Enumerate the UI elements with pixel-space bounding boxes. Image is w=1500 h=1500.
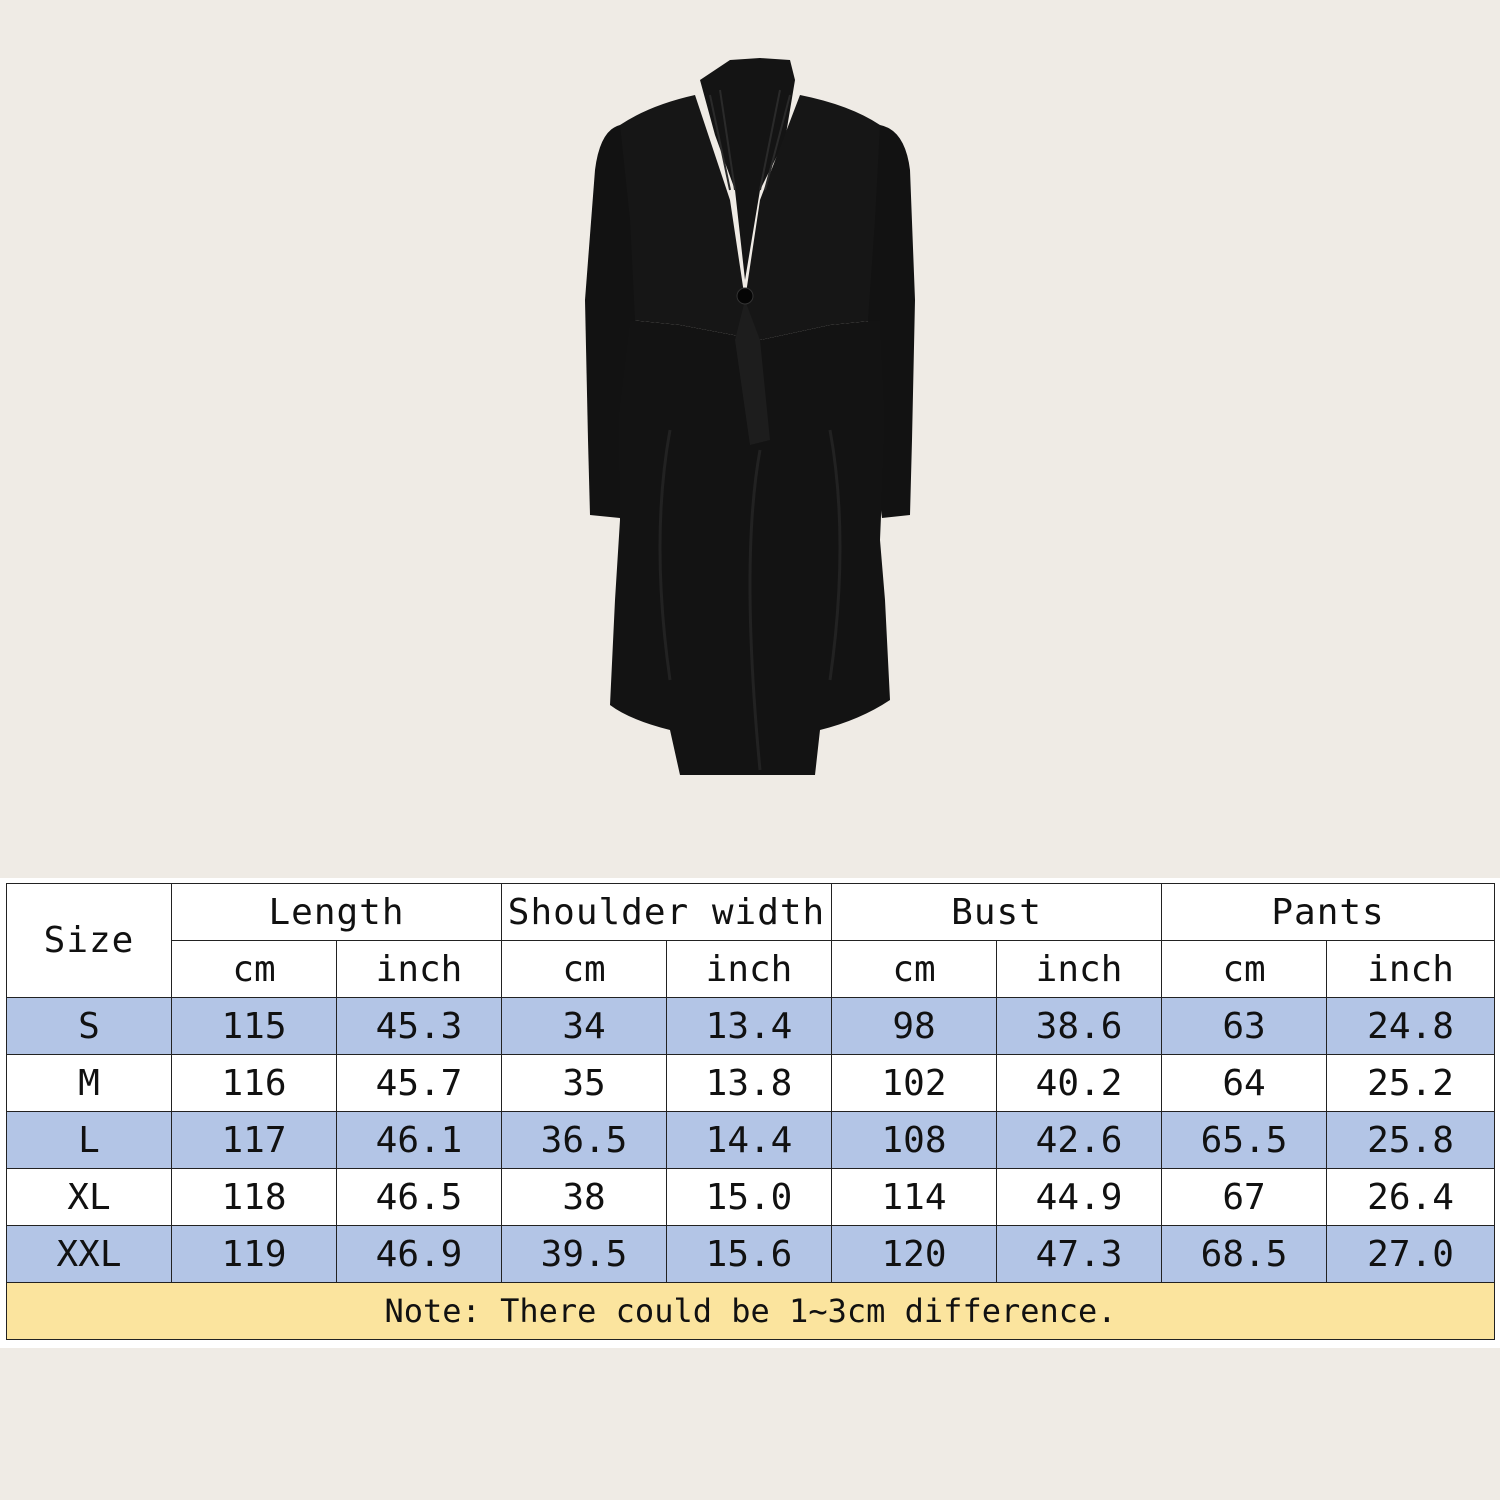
value-cell: 118 (171, 1168, 337, 1226)
value-cell: 63 (1161, 997, 1328, 1055)
value-cell: 38 (501, 1168, 668, 1226)
value-cell: 25.8 (1326, 1111, 1496, 1169)
value-cell: 108 (831, 1111, 998, 1169)
value-cell: 26.4 (1326, 1168, 1496, 1226)
unit-header: inch (1326, 940, 1496, 998)
unit-header: inch (335, 940, 503, 998)
value-cell: 39.5 (501, 1225, 668, 1283)
value-cell: 38.6 (996, 997, 1163, 1055)
value-cell: 64 (1161, 1054, 1328, 1112)
unit-header: cm (831, 940, 998, 998)
value-cell: 102 (831, 1054, 998, 1112)
size-note: Note: There could be 1~3cm difference. (5, 1282, 1496, 1340)
unit-header: cm (501, 940, 668, 998)
table-row: XXL 119 46.9 39.5 15.6 120 47.3 68.5 27.… (6, 1225, 1496, 1283)
black-coat-image (585, 58, 915, 775)
bust-header: Bust (831, 883, 1163, 941)
value-cell: 45.7 (335, 1054, 503, 1112)
pants-header: Pants (1161, 883, 1496, 941)
value-cell: 46.1 (335, 1111, 503, 1169)
bottom-background (0, 1348, 1500, 1500)
size-cell: M (6, 1054, 172, 1112)
value-cell: 116 (171, 1054, 337, 1112)
value-cell: 115 (171, 997, 337, 1055)
value-cell: 25.2 (1326, 1054, 1496, 1112)
size-cell: L (6, 1111, 172, 1169)
group-header-row: Size Length Shoulder width Bust Pants (6, 883, 1496, 998)
value-cell: 44.9 (996, 1168, 1163, 1226)
value-cell: 36.5 (501, 1111, 668, 1169)
value-cell: 119 (171, 1225, 337, 1283)
value-cell: 45.3 (335, 997, 503, 1055)
value-cell: 46.9 (335, 1225, 503, 1283)
size-header: Size (6, 883, 172, 998)
value-cell: 46.5 (335, 1168, 503, 1226)
table-row: L 117 46.1 36.5 14.4 108 42.6 65.5 25.8 (6, 1111, 1496, 1169)
unit-header: cm (1161, 940, 1328, 998)
value-cell: 98 (831, 997, 998, 1055)
length-header: Length (170, 883, 503, 941)
value-cell: 68.5 (1161, 1225, 1328, 1283)
value-cell: 24.8 (1326, 997, 1496, 1055)
unit-header: inch (666, 940, 833, 998)
value-cell: 14.4 (666, 1111, 833, 1169)
table-row: S 115 45.3 34 13.4 98 38.6 63 24.8 (6, 997, 1496, 1055)
value-cell: 13.8 (666, 1054, 833, 1112)
table-row: M 116 45.7 35 13.8 102 40.2 64 25.2 (6, 1054, 1496, 1112)
value-cell: 40.2 (996, 1054, 1163, 1112)
value-cell: 27.0 (1326, 1225, 1496, 1283)
shoulder-width-header: Shoulder width (501, 883, 833, 941)
value-cell: 35 (501, 1054, 668, 1112)
value-cell: 13.4 (666, 997, 833, 1055)
size-cell: S (6, 997, 172, 1055)
table-row: XL 118 46.5 38 15.0 114 44.9 67 26.4 (6, 1168, 1496, 1226)
product-image-area (0, 0, 1500, 878)
size-cell: XL (6, 1168, 172, 1226)
value-cell: 47.3 (996, 1225, 1163, 1283)
value-cell: 120 (831, 1225, 998, 1283)
value-cell: 15.6 (666, 1225, 833, 1283)
value-cell: 114 (831, 1168, 998, 1226)
value-cell: 34 (501, 997, 668, 1055)
unit-header-row: cm inch cm inch cm inch cm inch (7, 940, 1496, 998)
value-cell: 42.6 (996, 1111, 1163, 1169)
note-row: Note: There could be 1~3cm difference. (5, 1282, 1496, 1340)
unit-header: inch (996, 940, 1163, 998)
value-cell: 117 (171, 1111, 337, 1169)
value-cell: 65.5 (1161, 1111, 1328, 1169)
unit-header: cm (171, 940, 337, 998)
size-table: Size Length Shoulder width Bust Pants cm… (5, 883, 1496, 1340)
size-chart: Size Length Shoulder width Bust Pants cm… (0, 878, 1500, 1348)
value-cell: 15.0 (666, 1168, 833, 1226)
size-cell: XXL (6, 1225, 172, 1283)
value-cell: 67 (1161, 1168, 1328, 1226)
